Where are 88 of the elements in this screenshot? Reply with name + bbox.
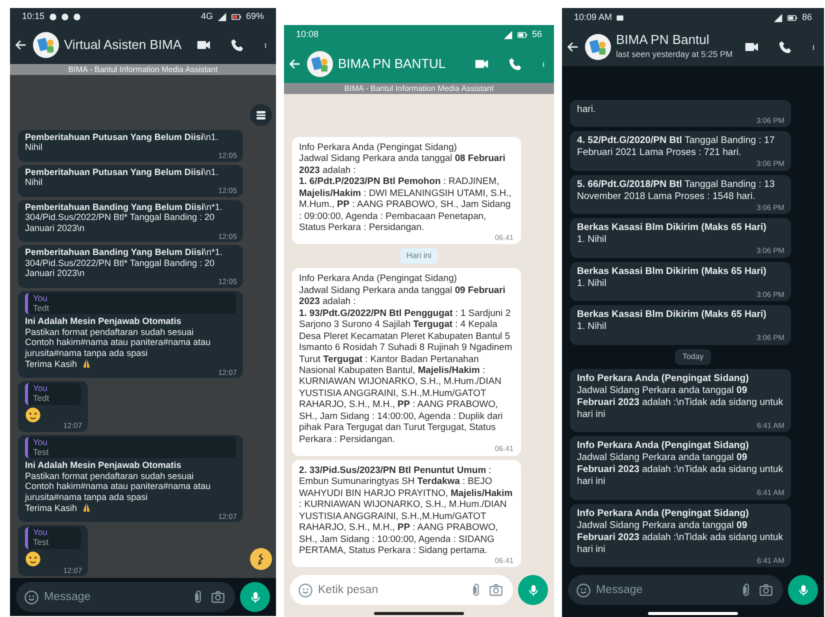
message-text: 4. 52/Pdt.G/2020/PN Btl Tanggal Banding : 17 Februari 2021 Lama Proses : 721 hari. (577, 135, 776, 160)
quote-text: Tedt (33, 304, 50, 314)
message-input[interactable]: Message (568, 575, 783, 605)
stack-icon (255, 109, 267, 121)
microphone-icon (526, 584, 540, 596)
clock-time: 10:09 AM (574, 11, 612, 24)
message-text: 1. 6/Pdt.P/2023/PN Btl Pemohon : RADJINEM, Majelis/Hakim : DWI MELANINGSIH UTAMI, S.H., M.Hum., PP : AANG PRABOWO, SH., Jam Sidang : 09:00:00, Agenda : Pembacaan Penetapan, Status Perkara : Persidangan. (299, 175, 512, 233)
message-text: Contoh hakim#nama atau panitera#nama atau jurusita#nama tanpa ada spasi (25, 337, 212, 358)
contact-name: Virtual Asisten BIMA (64, 38, 183, 52)
battery-level: 56 (532, 28, 542, 42)
microphone-icon (796, 584, 810, 596)
message-text: 2. 33/Pid.Sus/2023/PN Btl Penuntut Umum : Embun Sumunaringtyas SH Terdakwa : BEJO WAHYUDI BIN HARJO PRAYITNO, Majelis/Hakim : KURNIAWAN WIJONARKO, S.H., M.Hum./DIAN YUSTISIA ANGGRAINI, S.H.,M.Hum/GATOT RAHARJO, S.H., M.H., PP : AANG PRABOWO, SH., Jam Sidang : 10:00:00, Agenda : SIDANG PERTAMA, Status Perkara : Sidang pertama. (299, 464, 514, 556)
chat-banner: BIMA - Bantul Information Media Assistant (10, 64, 276, 75)
message-text: Berkas Kasasi Blm Dikirim (Maks 65 Hari) (577, 266, 768, 278)
message-text: Berkas Kasasi Blm Dikirim (Maks 65 Hari) (577, 309, 768, 322)
message-text: Info Perkara Anda (Pengingat Sidang) (577, 508, 750, 520)
network-type: 4G (200, 10, 213, 24)
microphone-button[interactable] (240, 582, 270, 612)
battery-icon (786, 13, 798, 23)
signal-icon (502, 30, 513, 40)
message-text: Ini Adalah Mesin Penjawab Otomatis (25, 460, 182, 471)
message-text: Jadwal Sidang Perkara anda tanggal 09 Februari 2023 adalah :\nTidak ada sidang untuk hari ini (577, 452, 784, 488)
message-text: 1. 93/Pdt.G/2022/PN Btl Penggugat : 1 Sardjuni 2 Sarjono 3 Surono 4 Sajilah Tergugat : 4 Kepala Desa Pleret Kecamatan Pleret Kabupaten Bantul 5 Ismanto 6 Rosidah 7 Suhadi 8 Rujinah 9 Ngadinem Turut Tergugat : Kantor Badan Pertanahan Nasional Kabupaten Bantul, Majelis/Hakim : KURNIAWAN WIJONARKO, S.H., M.Hum./DIAN YUSTISIA ANGGRAINI, S.H.,M.Hum/GATOT RAHARJO, S.H., M.H., PP : AANG PRABOWO, SH., Jam Sidang : 14:00:00, Agenda : Duplik dari pihak Para Tergugat dan Turut Tergugat, Status Perkara : Persidangan. (299, 306, 514, 444)
pinned-button[interactable] (250, 104, 272, 126)
battery-icon (516, 30, 528, 40)
message-text: Berkas Kasasi Blm Dikirim (Maks 65 Hari) (577, 222, 768, 234)
signal-icon (772, 13, 783, 23)
message-text: Jadwal Sidang Perkara anda tanggal 09 Februari 2023 adalah :\nTidak ada sidang untuk hari ini (577, 520, 784, 556)
clock-time: 10:08 (296, 28, 319, 42)
emoji-icon[interactable] (576, 582, 591, 598)
message-text: hari. (577, 104, 597, 116)
emoji-face-icon (25, 406, 41, 423)
quote-text: Tedt (33, 394, 50, 404)
message-text: Info Perkara Anda (Pengingat Sidang) (299, 140, 458, 152)
phone-call-icon[interactable] (778, 40, 793, 54)
message-text: Pemberitahuan Putusan Yang Belum Diisi\n1. Nihil (25, 132, 218, 153)
message-text: Jadwal Sidang Perkara anda tanggal 09 Februari 2023 adalah : (299, 284, 506, 307)
clock-time: 10:15 (22, 10, 45, 24)
quote-text: Test (33, 538, 50, 548)
quote-author: You (33, 294, 48, 304)
avatar-icon[interactable] (585, 34, 611, 60)
message-text: Info Perkara Anda (Pengingat Sidang) (577, 440, 750, 452)
battery-level: 69% (246, 10, 264, 24)
message-text: Info Perkara Anda (Pengingat Sidang) (577, 372, 750, 385)
microphone-icon (248, 590, 262, 604)
emoji-icon[interactable] (298, 582, 313, 598)
contact-name: BIMA PN Bantul (616, 33, 710, 48)
message-input[interactable]: Message (16, 582, 235, 612)
message-text: 1. Nihil (577, 234, 608, 246)
contact-name: BIMA PN BANTUL (338, 56, 447, 72)
avatar-icon[interactable] (33, 32, 59, 58)
message-text: Pemberitahuan Banding Yang Belum Diisi\n*1. 304/Pid.Sus/2022/PN Btl* Tanggal Banding : 20 Januari 2023\n (25, 202, 224, 234)
message-text: Ini Adalah Mesin Penjawab Otomatis (25, 316, 182, 327)
last-seen-status: last seen yesterday at 5:25 PM (616, 48, 734, 61)
message-text: Terima Kasih (25, 502, 78, 514)
date-chip: Today (675, 348, 711, 365)
message-text: 1. Nihil (577, 321, 608, 334)
quote-author: You (33, 438, 48, 448)
chat-banner: BIMA - Bantul Information Media Assistant (284, 83, 554, 94)
message-text: Pemberitahuan Putusan Yang Belum Diisi\n1. Nihil (25, 166, 218, 188)
battery-level: 86 (802, 11, 812, 24)
message-text: Pemberitahuan Banding Yang Belum Diisi\n*1. 304/Pid.Sus/2022/PN Btl* Tanggal Banding : 20 Januari 2023\n (25, 247, 224, 278)
camera-icon[interactable] (211, 590, 225, 604)
quote-text: Test (33, 448, 50, 458)
message-text: Jadwal Sidang Perkara anda tanggal 08 Februari 2023 adalah : (299, 152, 506, 176)
date-chip: Hari ini (400, 248, 438, 264)
message-text: Pastikan format pendaftaran sudah sesuai (25, 470, 195, 482)
message-text: 5. 66/Pdt.G/2018/PN Btl Tanggal Banding : 13 November 2018 Lama Proses : 1548 hari. (577, 178, 776, 203)
message-text: Pastikan format pendaftaran sudah sesuai (25, 326, 195, 338)
message-text: Terima Kasih (25, 358, 78, 370)
phone-call-icon[interactable] (230, 38, 245, 52)
quote-author: You (33, 384, 48, 394)
emoji-face-icon (25, 551, 41, 567)
microphone-button[interactable] (788, 575, 818, 605)
back-arrow-icon[interactable] (566, 40, 580, 54)
message-text: Contoh hakim#nama atau panitera#nama atau jurusita#nama tanpa ada spasi (25, 481, 212, 502)
emoji-icon[interactable] (24, 590, 39, 604)
message-text: Jadwal Sidang Perkara anda tanggal 09 Februari 2023 adalah :\nTidak ada sidang untuk hari ini (577, 384, 784, 421)
camera-icon[interactable] (489, 583, 503, 597)
signal-icon (216, 12, 227, 22)
message-text: 1. Nihil (577, 278, 608, 290)
camera-icon[interactable] (759, 583, 773, 597)
message-input[interactable]: Ketik pesan (290, 575, 513, 605)
message-text: Info Perkara Anda (Pengingat Sidang) (299, 272, 458, 284)
scroll-down-button[interactable] (250, 548, 272, 570)
battery-icon (230, 12, 242, 22)
quote-author: You (33, 528, 48, 538)
back-arrow-icon[interactable] (14, 38, 28, 52)
